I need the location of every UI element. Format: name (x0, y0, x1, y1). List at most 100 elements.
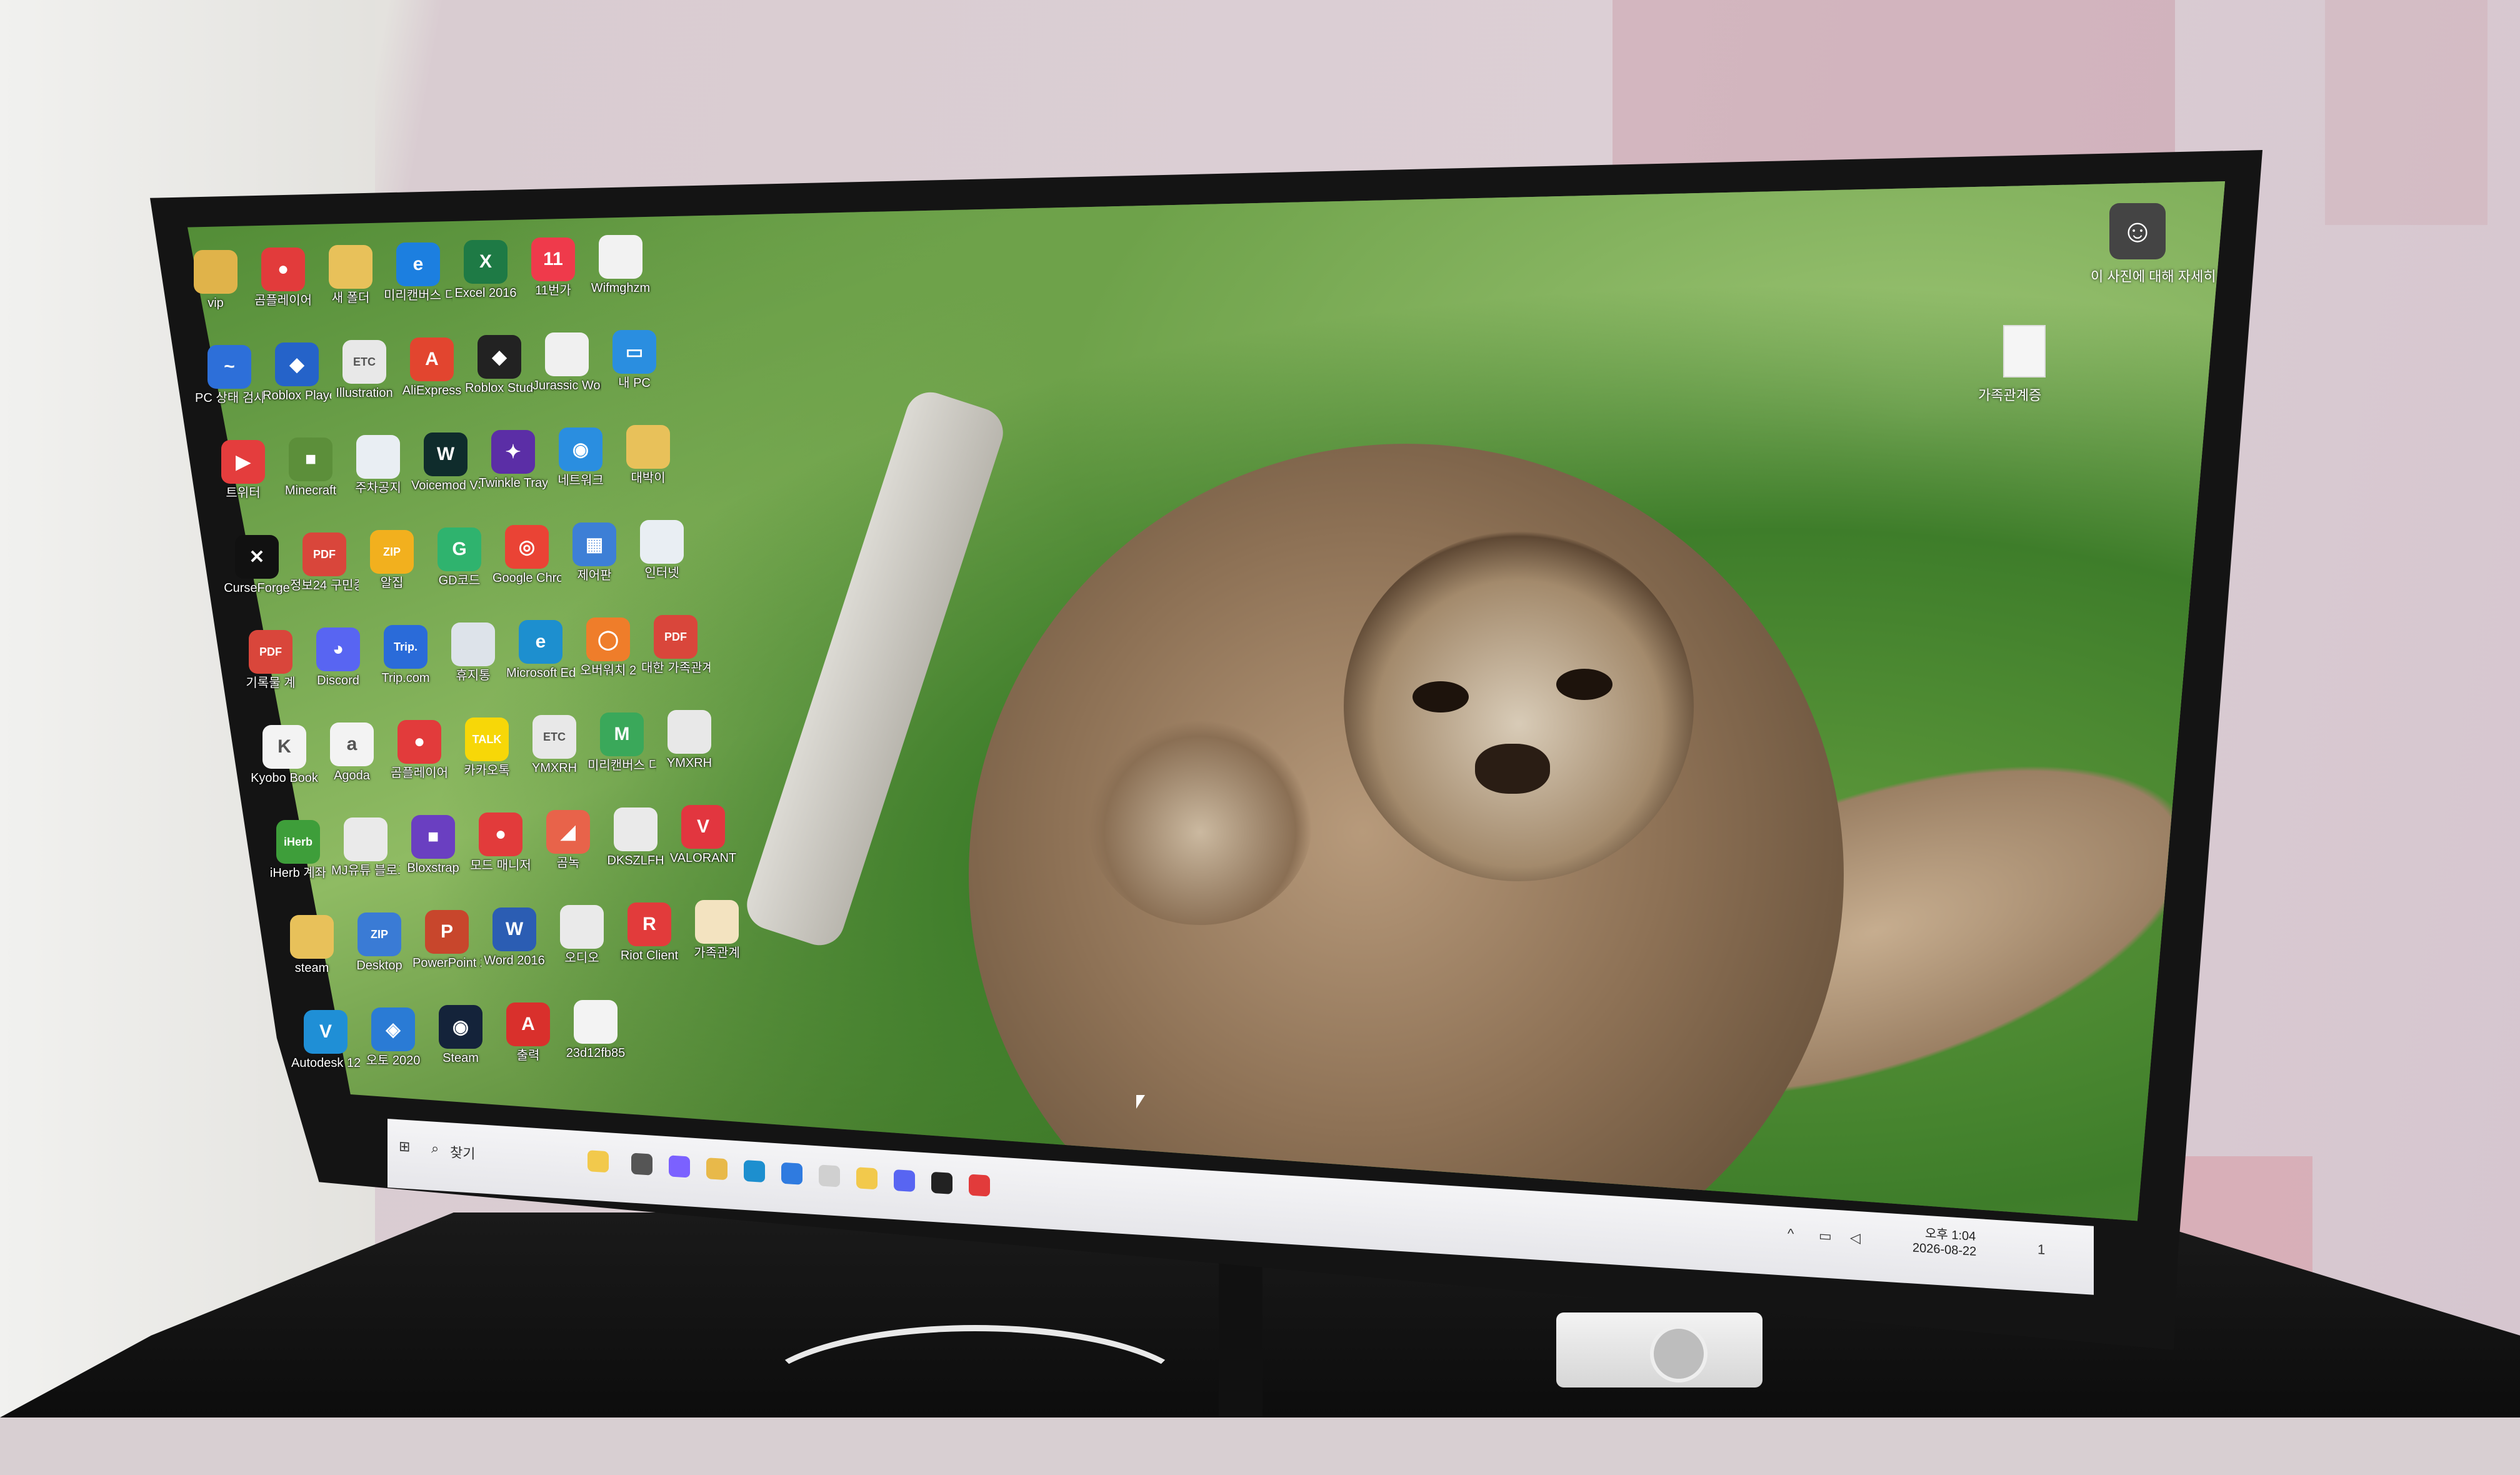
desktop-icon[interactable]: DKSZLFH (601, 808, 670, 868)
desktop-icon[interactable]: 주차공지 (344, 435, 412, 495)
desktop-icon[interactable]: ETC YMXRH (520, 715, 589, 775)
clock-time[interactable]: 오후 1:04 (1925, 1227, 1976, 1244)
desktop-icon[interactable]: Wifmghzm (586, 235, 655, 295)
desktop-icon[interactable]: ◢ 곰녹 (534, 810, 602, 870)
desktop-icon[interactable]: TALK 카카오톡 (452, 718, 521, 778)
desktop-icon[interactable]: ◉ Steam (426, 1005, 495, 1065)
desktop-icon[interactable]: PDF 기록물 계 (236, 630, 305, 690)
desktop-icon[interactable]: ✕ CurseForge (222, 535, 291, 595)
desktop-icon[interactable]: A AliExpress (398, 338, 466, 398)
desktop-icon[interactable]: ZIP 알집 (358, 530, 426, 590)
app-icon (574, 1000, 618, 1044)
start-icon[interactable]: ⊞ (399, 1138, 410, 1155)
desktop-icon[interactable]: V Autodesk 123 (291, 1010, 360, 1070)
desktop-icon[interactable]: W Voicemod V3 (411, 432, 480, 492)
desktop-icon-label: Discord (317, 674, 359, 688)
desktop-icon[interactable]: ZIP Desktop (345, 912, 414, 972)
search-label[interactable]: 찾기 (450, 1141, 475, 1163)
app-icon: V (681, 805, 725, 849)
desktop-icon-label: Voicemod V3 (411, 479, 480, 492)
search-icon[interactable]: ⌕ (431, 1140, 439, 1157)
desktop-icon[interactable]: ◕ Discord (304, 628, 372, 688)
feedback-label: 이 사진에 대해 자세히 (2091, 269, 2216, 284)
notification-badge[interactable]: 1 (2038, 1241, 2045, 1258)
desktop-icon[interactable]: ▭ 내 PC (600, 330, 669, 390)
app-icon: ETC (532, 715, 576, 759)
app-icon: ■ (289, 438, 332, 481)
desktop-icon[interactable]: steam (278, 915, 346, 975)
terminal-icon[interactable] (931, 1171, 952, 1194)
store-icon[interactable] (819, 1164, 840, 1188)
app-icon: ◕ (316, 628, 360, 671)
desktop-icon[interactable]: ● 곰플레이어 (385, 720, 454, 780)
desktop-icon[interactable]: G GD코드 (425, 528, 494, 588)
desktop-icon[interactable]: e 미리캔버스 디자인 (384, 242, 452, 302)
desktop-icon[interactable]: ◯ 오버워치 2 (574, 618, 642, 678)
desktop-icon[interactable]: 23d12fb85 (561, 1000, 630, 1060)
app-icon: a (330, 722, 374, 766)
star-icon[interactable] (856, 1167, 878, 1190)
desktop-icon[interactable]: PDF 정보24 구민증 (290, 532, 359, 592)
media-icon[interactable] (969, 1174, 990, 1197)
desktop-icon[interactable]: P PowerPoint 2016 (412, 910, 481, 970)
desktop-icon[interactable]: ■ Bloxstrap (399, 815, 468, 875)
desktop-icon-label: 오버워치 2 (579, 664, 637, 678)
copilot-app-icon[interactable] (669, 1155, 690, 1178)
edge-icon[interactable] (744, 1159, 765, 1183)
app-icon: ~ (208, 345, 251, 389)
desktop-icon-label: 미리캔버스 디자인 만 (588, 759, 656, 772)
desktop-icon[interactable]: ETC Illustration (330, 340, 399, 400)
chevron-up-icon[interactable]: ^ (1788, 1226, 1794, 1242)
desktop-icon[interactable]: R Riot Client (615, 902, 684, 962)
desktop-icon[interactable]: YMXRH (655, 710, 724, 770)
desktop-icon[interactable]: M 미리캔버스 디자인 만 (588, 712, 656, 772)
desktop-icon[interactable]: ◎ Google Chrome (492, 525, 561, 585)
desktop-icon[interactable]: ● 모드 매니저 (466, 812, 535, 872)
desktop-icon[interactable]: 인터넷 (628, 520, 696, 580)
tray-volume-icon[interactable]: ◁ (1850, 1229, 1861, 1246)
desktop-icon[interactable]: ◉ 네트워크 (546, 428, 615, 488)
desktop-icon[interactable]: 가족관계 (682, 900, 751, 960)
monitor-stand (1219, 1256, 1262, 1418)
desktop-icon[interactable]: ● 곰플레이어 (249, 248, 318, 308)
clock-date[interactable]: 2026-08-22 (1912, 1241, 1976, 1259)
desktop-icon[interactable]: PDF 대한 가족관계증 (641, 615, 710, 675)
desktop-icon[interactable]: iHerb iHerb 계좌 (264, 820, 332, 880)
desktop-icon[interactable]: 대박이 (614, 425, 682, 485)
desktop-icon[interactable]: ✦ Twinkle Tray (479, 430, 548, 490)
app-icon: ZIP (370, 530, 414, 574)
task-view-icon[interactable] (631, 1152, 652, 1176)
desktop-icon[interactable]: 11 11번가 (519, 238, 588, 298)
desktop-icon[interactable]: ◆ Roblox Player (262, 342, 331, 402)
app-icon (344, 818, 388, 861)
app-icon (560, 905, 604, 949)
desktop-icon[interactable]: ◈ 오토 2020 (359, 1008, 428, 1068)
document-icon[interactable] (2003, 325, 2046, 378)
tray-network-icon[interactable]: ▭ (1819, 1228, 1832, 1244)
file-explorer-icon[interactable] (706, 1158, 728, 1181)
desktop-icon[interactable]: 새 폴더 (316, 245, 385, 305)
desktop-icon[interactable]: V VALORANT (669, 805, 738, 865)
desktop-icon[interactable]: ▦ 제어판 (560, 522, 629, 582)
edge-taskbar-icon[interactable] (781, 1162, 802, 1185)
copilot-icon[interactable] (588, 1150, 609, 1173)
discord-icon[interactable] (894, 1169, 915, 1192)
desktop-icon[interactable]: ◆ Roblox Studio (465, 335, 534, 395)
desktop-icon[interactable]: ▶ 트위터 (209, 440, 278, 500)
desktop-icon[interactable]: W Word 2016 (480, 908, 549, 968)
desktop-icon[interactable]: K Kyobo Book (250, 725, 319, 785)
desktop-icon[interactable]: ~ PC 상태 검사 (195, 345, 264, 405)
desktop-icon[interactable]: ■ Minecraft (276, 438, 345, 498)
desktop-icon[interactable]: vip (181, 250, 250, 310)
desktop-icon[interactable]: Trip. Trip.com (371, 625, 440, 685)
desktop-icon[interactable]: MJ유튜 블로그 (331, 818, 400, 878)
feedback-icon[interactable]: ☺ (2109, 203, 2166, 259)
desktop-icon[interactable]: X Excel 2016 (451, 240, 520, 300)
desktop-icon[interactable]: Jurassic World (532, 332, 601, 392)
desktop-icon[interactable]: a Agoda (318, 722, 386, 782)
desktop-icon[interactable]: A 출력 (494, 1002, 562, 1062)
desktop-icon[interactable]: 휴지통 (439, 622, 508, 682)
desktop-icon[interactable]: e Microsoft Edge (506, 620, 575, 680)
desktop-icon-label: Kyobo Book (251, 771, 318, 785)
desktop-icon[interactable]: 오디오 (548, 905, 616, 965)
